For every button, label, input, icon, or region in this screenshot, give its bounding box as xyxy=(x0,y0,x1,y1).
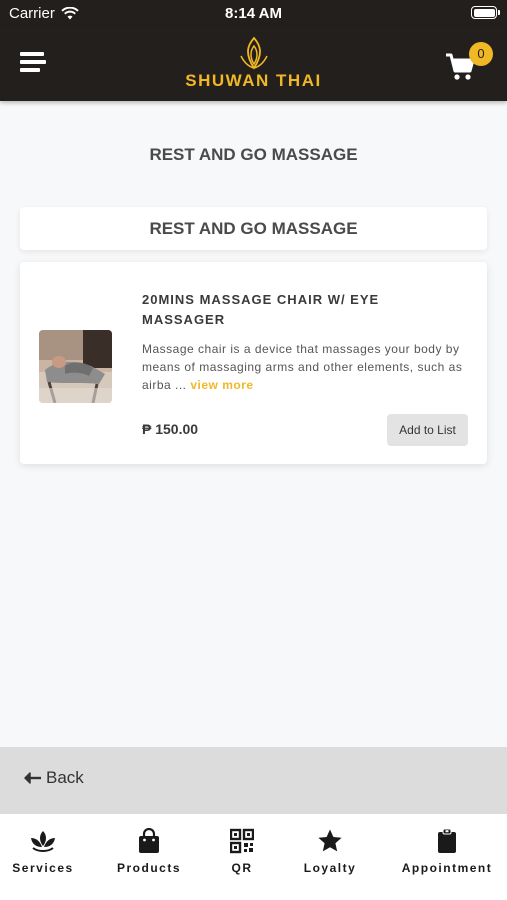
cart-button[interactable]: 0 xyxy=(445,42,493,84)
product-description: Massage chair is a device that massages … xyxy=(142,340,472,394)
clipboard-icon xyxy=(438,828,456,853)
star-icon xyxy=(318,829,342,852)
product-image[interactable] xyxy=(39,330,112,403)
tab-qr[interactable]: QR xyxy=(224,828,260,875)
lotus-logo-icon xyxy=(239,36,268,70)
battery-icon xyxy=(471,6,500,19)
cart-count-badge: 0 xyxy=(469,42,493,66)
back-bar: Back xyxy=(0,747,507,814)
view-more-link[interactable]: view more xyxy=(190,378,253,392)
brand-logo: SHUWAN THAI xyxy=(0,36,507,91)
lotus-icon xyxy=(31,831,55,852)
tab-services[interactable]: Services xyxy=(8,828,78,875)
tab-appointment-label: Appointment xyxy=(401,861,493,875)
tab-loyalty-label: Loyalty xyxy=(303,861,357,875)
category-header: REST AND GO MASSAGE xyxy=(20,207,487,250)
back-label: Back xyxy=(46,768,84,787)
product-price: ₱ 150.00 xyxy=(142,421,199,437)
tab-services-label: Services xyxy=(12,861,74,875)
product-card[interactable]: 20MINS MASSAGE CHAIR W/ EYE MASSAGER Mas… xyxy=(20,262,487,464)
shopping-bag-icon xyxy=(139,828,159,853)
tab-appointment[interactable]: Appointment xyxy=(394,828,500,875)
add-to-list-button[interactable]: Add to List xyxy=(387,414,468,446)
back-button[interactable]: Back xyxy=(24,768,84,788)
tab-loyalty[interactable]: Loyalty xyxy=(298,828,362,875)
bottom-tab-bar: Services Products QR Loyalty Appointment xyxy=(0,814,507,900)
app-header: SHUWAN THAI 0 xyxy=(0,26,507,101)
page-title: REST AND GO MASSAGE xyxy=(149,145,358,164)
brand-name: SHUWAN THAI xyxy=(185,71,322,90)
tab-products-label: Products xyxy=(116,861,181,875)
status-time: 8:14 AM xyxy=(225,5,282,22)
arrow-left-icon xyxy=(24,772,41,784)
product-name[interactable]: 20MINS MASSAGE CHAIR W/ EYE MASSAGER xyxy=(142,290,462,330)
tab-qr-label: QR xyxy=(231,861,253,875)
qr-code-icon xyxy=(230,828,254,854)
main-content: REST AND GO MASSAGE REST AND GO MASSAGE … xyxy=(0,101,507,747)
status-bar: Carrier 8:14 AM xyxy=(0,0,507,26)
tab-products[interactable]: Products xyxy=(112,828,186,875)
